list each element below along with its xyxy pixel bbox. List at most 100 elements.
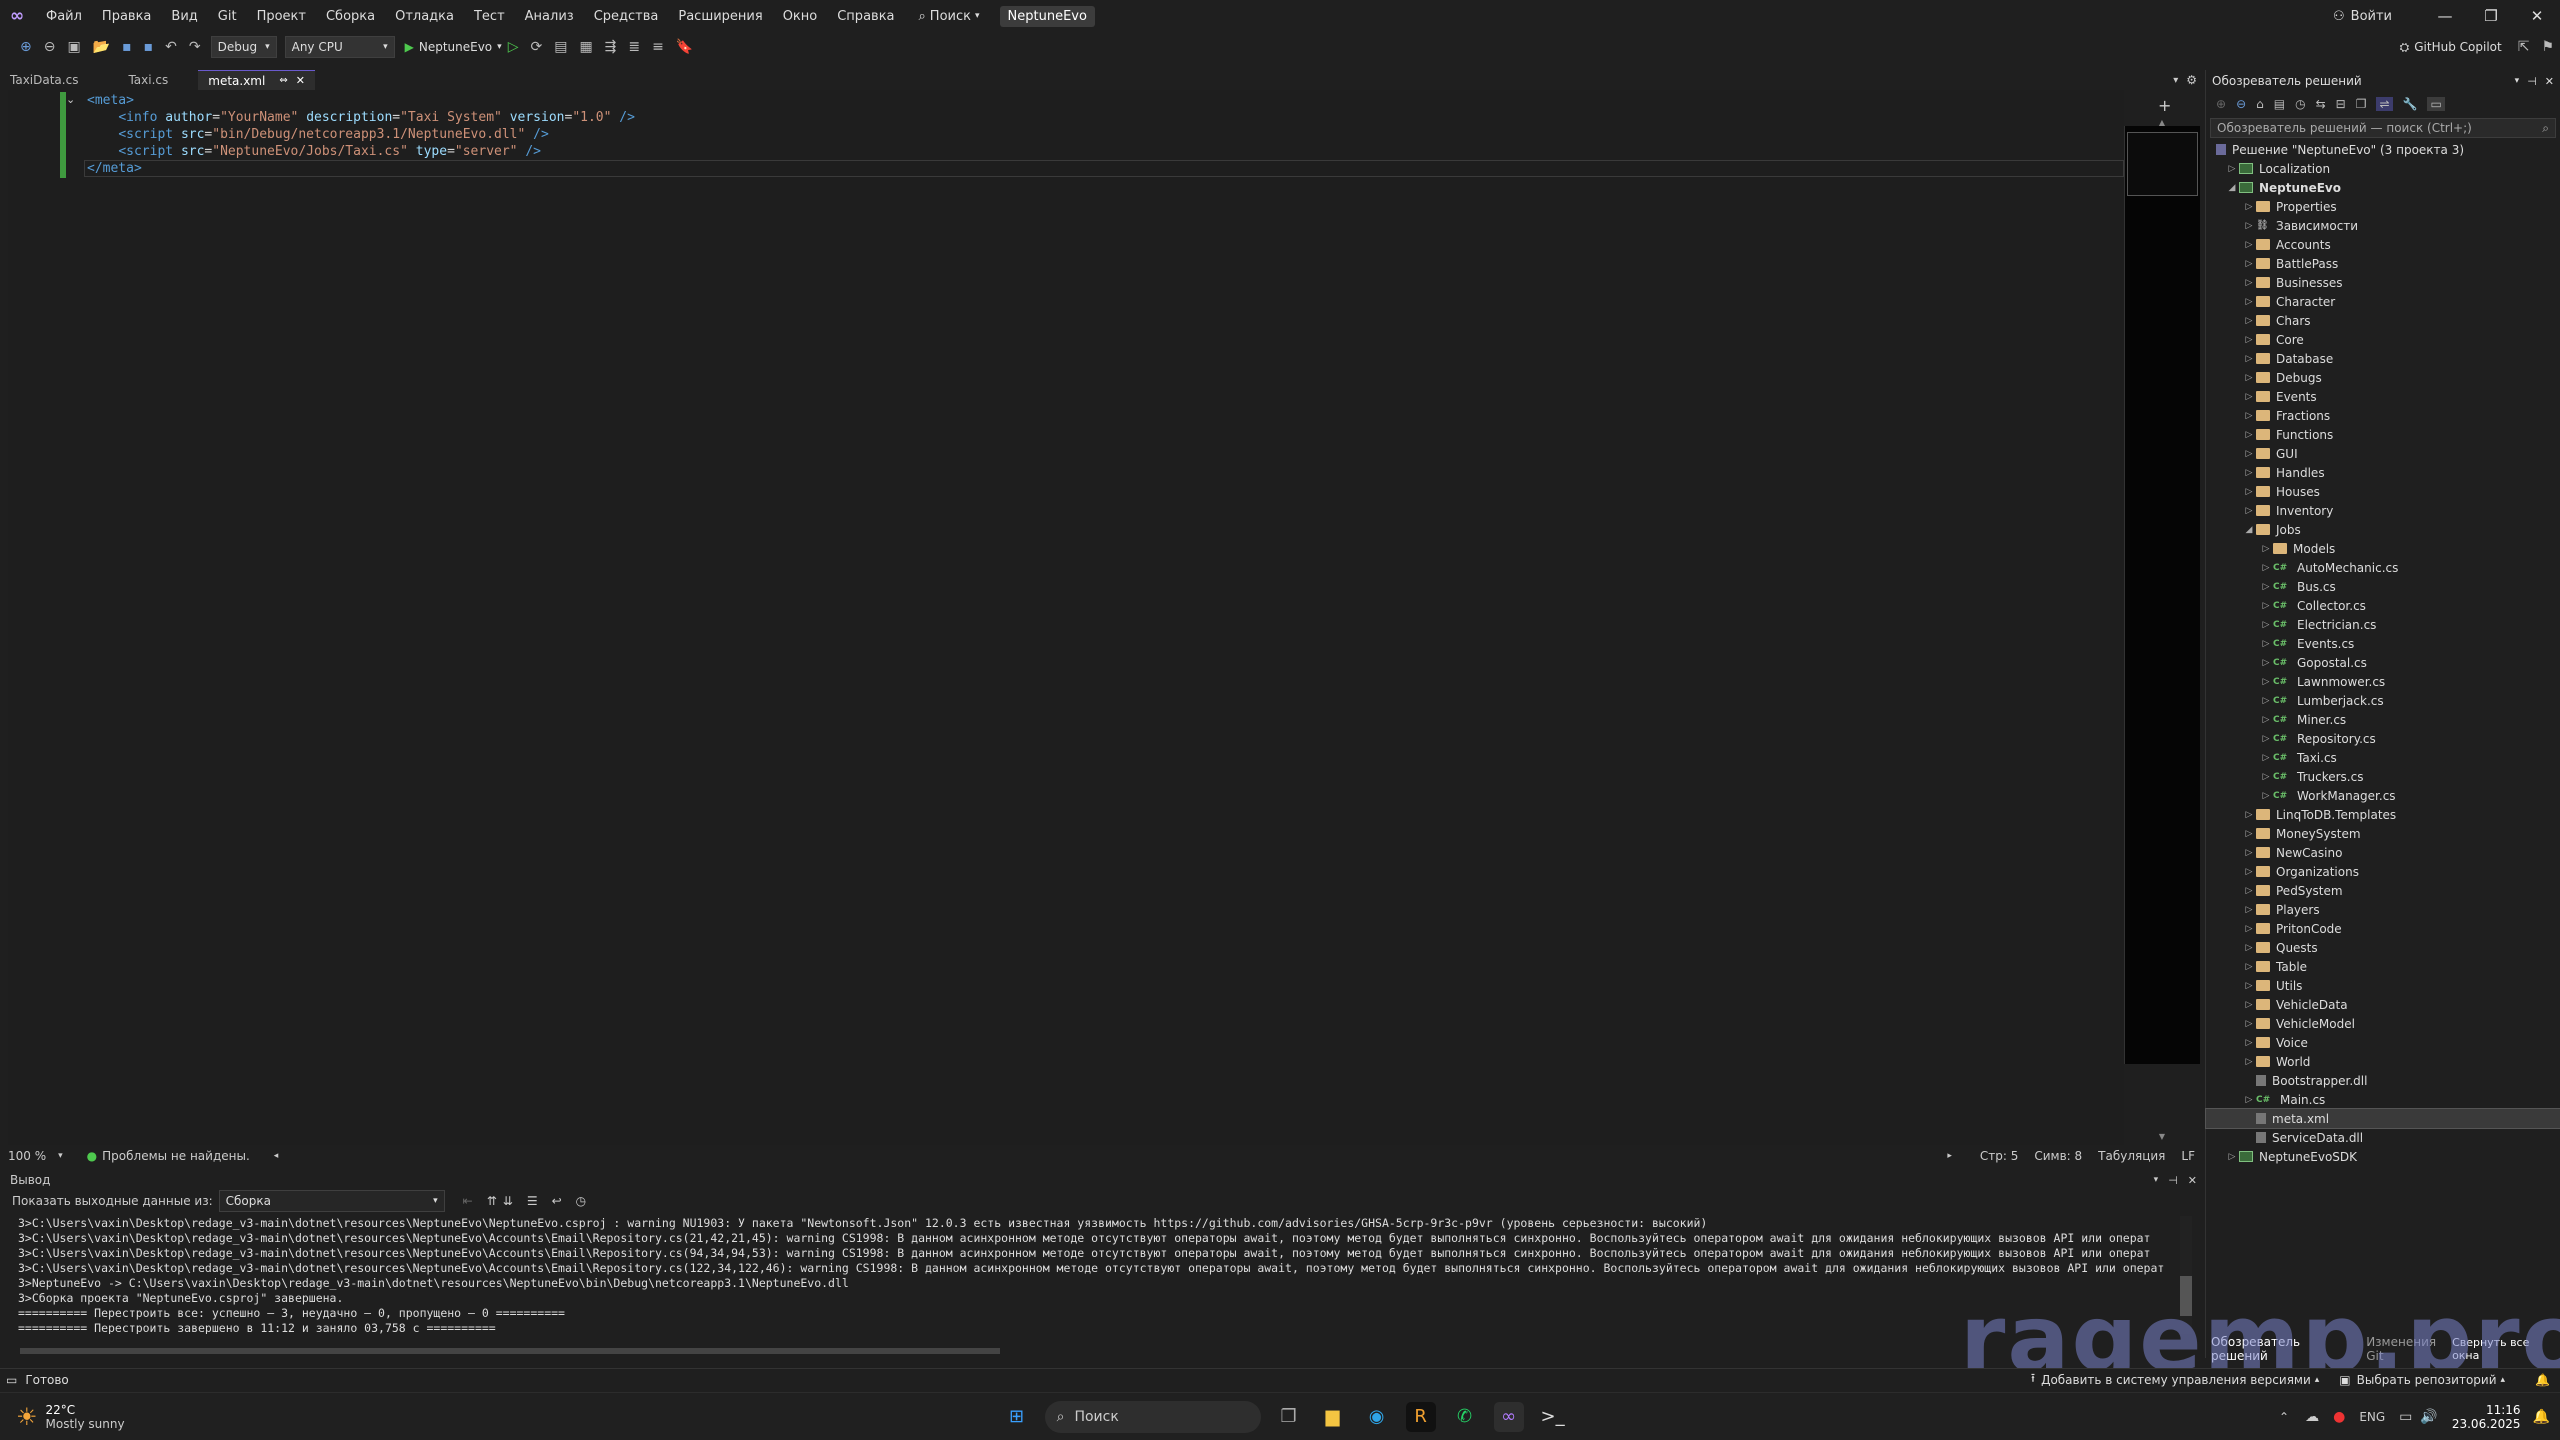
- save-all-icon[interactable]: ▪: [144, 39, 154, 55]
- tab-taxidata[interactable]: TaxiData.cs: [0, 70, 88, 90]
- tree-item[interactable]: ▷ Voice: [2206, 1033, 2560, 1052]
- tree-item[interactable]: ▷ Inventory: [2206, 501, 2560, 520]
- chevron-right-icon[interactable]: ▷: [2242, 981, 2256, 991]
- chevron-right-icon[interactable]: ▷: [2242, 1038, 2256, 1048]
- chevron-right-icon[interactable]: ▷: [2242, 1057, 2256, 1067]
- tree-item[interactable]: ▷ Models: [2206, 539, 2560, 558]
- tree-item[interactable]: ▷ Localization: [2206, 159, 2560, 178]
- problems-status[interactable]: Проблемы не найдены.: [102, 1149, 250, 1163]
- collapse-all-icon[interactable]: ⊟: [2336, 97, 2346, 111]
- chevron-right-icon[interactable]: ▷: [2242, 1095, 2256, 1105]
- tree-item[interactable]: ▷ Debugs: [2206, 368, 2560, 387]
- weather-widget[interactable]: ☀ 22°C Mostly sunny: [16, 1403, 125, 1431]
- tree-item[interactable]: ◢ NeptuneEvo: [2206, 178, 2560, 197]
- undo-icon[interactable]: ↶: [165, 39, 177, 55]
- panel-menu-icon[interactable]: ▾: [2515, 76, 2520, 86]
- chevron-right-icon[interactable]: ▷: [2242, 392, 2256, 402]
- find-message-icon[interactable]: ⇤: [463, 1194, 473, 1208]
- menu-item-11[interactable]: Окно: [783, 9, 818, 24]
- tree-item[interactable]: ◢ Jobs: [2206, 520, 2560, 539]
- chevron-right-icon[interactable]: ▷: [2259, 772, 2273, 782]
- menu-item-0[interactable]: Файл: [46, 9, 82, 24]
- chevron-right-icon[interactable]: ▷: [2225, 164, 2239, 174]
- file-explorer-icon[interactable]: ▆: [1318, 1402, 1348, 1432]
- chevron-right-icon[interactable]: ▷: [2259, 715, 2273, 725]
- menu-item-8[interactable]: Анализ: [525, 9, 574, 24]
- tree-item[interactable]: meta.xml: [2205, 1108, 2560, 1129]
- split-editor-icon[interactable]: +: [2158, 96, 2171, 115]
- minimize-button[interactable]: —: [2422, 7, 2468, 25]
- tree-item[interactable]: ▷ Core: [2206, 330, 2560, 349]
- chevron-right-icon[interactable]: ▷: [2259, 601, 2273, 611]
- network-icon[interactable]: ▭: [2399, 1409, 2412, 1425]
- tree-item[interactable]: ▷ MoneySystem: [2206, 824, 2560, 843]
- platform-select[interactable]: Any CPU ▾: [284, 36, 395, 58]
- chevron-right-icon[interactable]: ▷: [2225, 1152, 2239, 1162]
- tree-item[interactable]: ▷ World: [2206, 1052, 2560, 1071]
- tree-item[interactable]: ▷ ⛓ Зависимости: [2206, 216, 2560, 235]
- timestamp-icon[interactable]: ◷: [576, 1194, 586, 1208]
- select-repository[interactable]: Выбрать репозиторий: [2357, 1373, 2497, 1387]
- tree-item[interactable]: ▷ C# Truckers.cs: [2206, 767, 2560, 786]
- minimap-viewport[interactable]: [2127, 132, 2198, 196]
- back-icon[interactable]: ⊕: [2216, 97, 2226, 111]
- chevron-right-icon[interactable]: ▷: [2242, 810, 2256, 820]
- tree-item[interactable]: ▷ C# Events.cs: [2206, 634, 2560, 653]
- back-icon[interactable]: ⊕: [20, 39, 32, 55]
- code-editor[interactable]: [8, 90, 2124, 1145]
- preview-icon[interactable]: ⇌: [2376, 97, 2393, 111]
- menu-item-2[interactable]: Вид: [171, 9, 197, 24]
- clear-all-icon[interactable]: ☰: [527, 1194, 538, 1208]
- tree-item[interactable]: ▷ BattlePass: [2206, 254, 2560, 273]
- share-icon[interactable]: ⇱: [2518, 39, 2530, 55]
- minimap[interactable]: [2124, 126, 2200, 1064]
- chevron-right-icon[interactable]: ▷: [2242, 373, 2256, 383]
- chevron-right-icon[interactable]: ▷: [2259, 696, 2273, 706]
- step-icon[interactable]: ⇶: [605, 39, 617, 55]
- chevron-right-icon[interactable]: ▷: [2259, 544, 2273, 554]
- scroll-right-icon[interactable]: ▸: [1947, 1151, 1952, 1161]
- tree-item[interactable]: ▷ Accounts: [2206, 235, 2560, 254]
- visual-studio-icon[interactable]: ∞: [1493, 1401, 1524, 1432]
- tree-item[interactable]: ▷ C# Electrician.cs: [2206, 615, 2560, 634]
- chevron-right-icon[interactable]: ▷: [2259, 582, 2273, 592]
- chevron-right-icon[interactable]: ▷: [2259, 791, 2273, 801]
- tree-item[interactable]: ▷ Database: [2206, 349, 2560, 368]
- output-source-select[interactable]: Сборка ▾: [218, 1190, 445, 1212]
- notifications-bell-icon[interactable]: 🔔: [2535, 1373, 2550, 1387]
- tree-item[interactable]: ▷ C# Lumberjack.cs: [2206, 691, 2560, 710]
- clock[interactable]: 11:16 23.06.2025: [2452, 1403, 2521, 1431]
- tree-item[interactable]: ▷ VehicleModel: [2206, 1014, 2560, 1033]
- home-icon[interactable]: ⌂: [2256, 97, 2264, 111]
- tree-item[interactable]: ▷ Properties: [2206, 197, 2560, 216]
- chevron-right-icon[interactable]: ▷: [2242, 924, 2256, 934]
- tree-item[interactable]: ▷ C# Taxi.cs: [2206, 748, 2560, 767]
- comment-icon[interactable]: ≡: [652, 39, 664, 55]
- tree-item[interactable]: ▷ Table: [2206, 957, 2560, 976]
- menu-item-4[interactable]: Проект: [257, 9, 306, 24]
- bookmark-icon[interactable]: 🔖: [676, 39, 693, 55]
- pin-icon[interactable]: ⊣: [2527, 75, 2537, 88]
- volume-icon[interactable]: 🔊: [2420, 1409, 2437, 1425]
- cloud-icon[interactable]: ☁: [2305, 1409, 2319, 1425]
- tree-item[interactable]: ▷ Houses: [2206, 482, 2560, 501]
- chevron-right-icon[interactable]: ▷: [2242, 221, 2256, 231]
- chevron-right-icon[interactable]: ▷: [2259, 677, 2273, 687]
- redo-icon[interactable]: ↷: [189, 39, 201, 55]
- tree-item[interactable]: ▷ C# Lawnmower.cs: [2206, 672, 2560, 691]
- chevron-right-icon[interactable]: ▷: [2242, 468, 2256, 478]
- chevron-right-icon[interactable]: ▷: [2242, 316, 2256, 326]
- new-project-icon[interactable]: ▣: [67, 39, 80, 55]
- pending-changes-icon[interactable]: ◷: [2295, 97, 2305, 111]
- solution-search-input[interactable]: Обозреватель решений — поиск (Ctrl+;) ⌕: [2210, 118, 2556, 138]
- tab-list-icon[interactable]: ▾: [2173, 75, 2178, 86]
- tree-item[interactable]: ▷ PritonCode: [2206, 919, 2560, 938]
- tree-item[interactable]: ▷ Organizations: [2206, 862, 2560, 881]
- line-ending[interactable]: LF: [2181, 1149, 2195, 1163]
- run-without-debug-icon[interactable]: ▷: [508, 39, 519, 55]
- language-indicator[interactable]: ENG: [2359, 1410, 2385, 1424]
- close-panel-icon[interactable]: ✕: [2545, 75, 2554, 88]
- tree-item[interactable]: ▷ C# Repository.cs: [2206, 729, 2560, 748]
- chevron-down-icon[interactable]: ◢: [2225, 183, 2239, 193]
- close-window-button[interactable]: ✕: [2514, 7, 2560, 25]
